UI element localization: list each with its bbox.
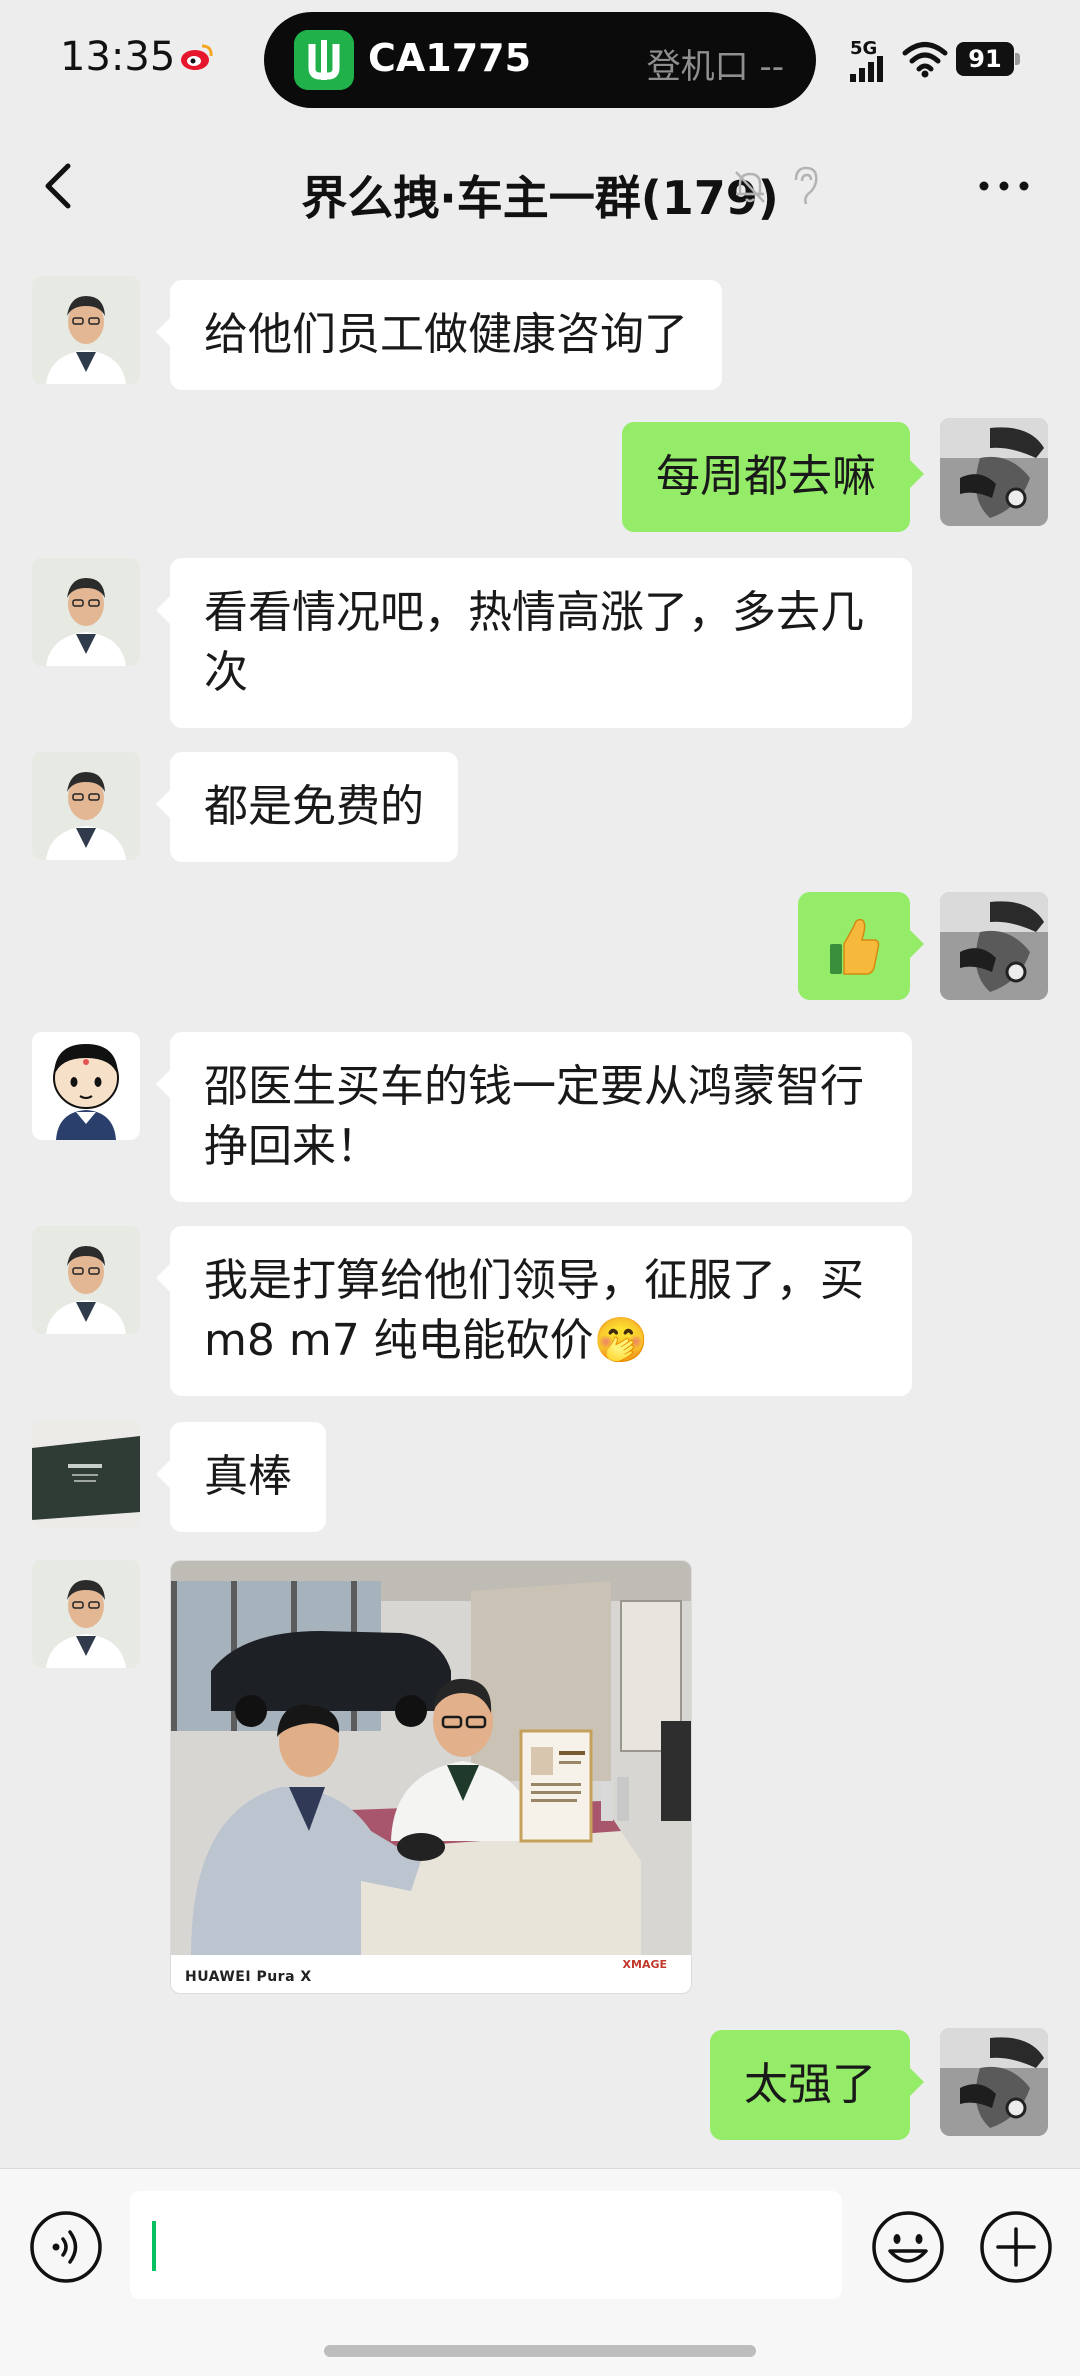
message-bubble[interactable]: 我是打算给他们领导，征服了，买m8 m7 纯电能砍价🤭 [156,1226,912,1396]
status-bar: 13:35 CA1775 登机口 -- 5G 91 [0,0,1080,120]
status-time: 13:35 [60,34,176,80]
voice-input-button[interactable] [28,2209,104,2285]
battery-indicator: 91 [956,42,1020,76]
my-avatar[interactable] [940,418,1048,526]
flight-number: CA1775 [368,36,532,80]
dynamic-island-flight[interactable]: CA1775 登机口 -- [264,12,816,108]
chat-title: 界么拽·车主一群(179) [301,171,779,225]
flight-app-icon [294,30,354,90]
signal-icon [850,56,883,82]
doctor-avatar[interactable] [32,558,140,666]
doctor-avatar[interactable] [32,276,140,384]
message-bubble[interactable]: 每周都去嘛 [622,422,924,532]
message-bubble[interactable]: 都是免费的 [156,752,458,862]
doctor-avatar[interactable] [32,1560,140,1668]
thumbs-up-icon [830,918,880,975]
doctor-avatar[interactable] [32,752,140,860]
message-input[interactable] [130,2191,842,2299]
weibo-icon [181,44,213,70]
photo-scene [171,1561,691,1955]
chat-header: 界么拽·车主一群(179) [0,120,1080,252]
photo-watermark-device: HUAWEI Pura X [185,1969,312,1985]
mute-bell-icon [735,171,765,203]
member-avatar[interactable] [32,1420,140,1528]
input-toolbar [0,2168,1080,2376]
more-options-icon[interactable] [976,174,1032,198]
home-indicator[interactable] [324,2345,756,2357]
emoji-button[interactable] [870,2209,946,2285]
wifi-icon [902,42,948,78]
battery-level: 91 [956,42,1014,76]
image-message[interactable]: HUAWEI Pura X XMAGE [170,1560,692,1994]
battery-cap [1015,53,1020,65]
message-bubble[interactable]: 邵医生买车的钱一定要从鸿蒙智行挣回来！ [156,1032,912,1202]
my-avatar[interactable] [940,2028,1048,2136]
title-wrapper: 界么拽·车主一群(179) [0,162,1080,228]
gate-info: 登机口 -- [646,47,784,87]
message-bubble[interactable]: 给他们员工做健康咨询了 [156,280,722,390]
message-bubble[interactable]: 太强了 [710,2030,924,2140]
message-bubble[interactable] [798,892,924,1000]
member-avatar[interactable] [32,1032,140,1140]
more-functions-button[interactable] [978,2209,1054,2285]
message-bubble[interactable]: 看看情况吧，热情高涨了，多去几次 [156,558,912,728]
doctor-avatar[interactable] [32,1226,140,1334]
text-caret [152,2221,156,2271]
message-bubble[interactable]: 真棒 [156,1422,326,1532]
photo-watermark-brand: XMAGE [622,1958,667,1971]
my-avatar[interactable] [940,892,1048,1000]
earpiece-mode-icon [794,166,818,205]
